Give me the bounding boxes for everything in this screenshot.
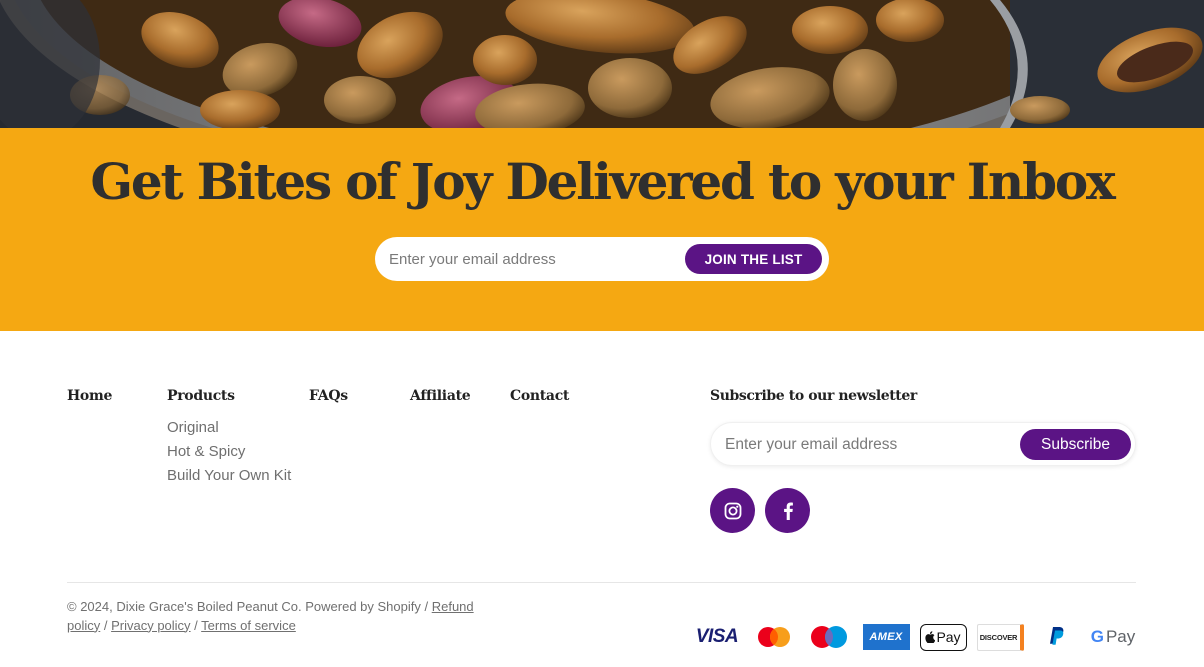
join-list-button[interactable]: JOIN THE LIST	[685, 244, 822, 274]
submenu-item-hot-spicy[interactable]: Hot & Spicy	[167, 442, 291, 466]
mastercard-icon	[754, 623, 794, 651]
apple-pay-icon: Pay	[919, 623, 967, 651]
nav-faqs[interactable]: FAQs	[309, 388, 348, 404]
amex-icon: AMEX	[862, 623, 910, 651]
newsletter-email-input[interactable]	[725, 431, 1015, 459]
google-pay-text: Pay	[1105, 627, 1136, 646]
apple-icon	[925, 631, 936, 643]
nav-contact[interactable]: Contact	[510, 388, 569, 404]
privacy-policy-link[interactable]: Privacy policy	[111, 618, 190, 633]
apple-pay-text: Pay	[936, 629, 961, 645]
separator: /	[190, 617, 202, 633]
band-email-form: JOIN THE LIST	[375, 237, 829, 281]
discover-icon: DISCOVER	[976, 623, 1024, 651]
hero-image	[0, 0, 1204, 128]
visa-icon: VISA	[693, 623, 741, 651]
amex-text: AMEX	[869, 631, 903, 643]
band-heading: Get Bites of Joy Delivered to your Inbox	[90, 152, 1115, 211]
facebook-icon	[783, 502, 793, 520]
nav-home[interactable]: Home	[67, 388, 112, 404]
nav-products[interactable]: Products	[167, 388, 235, 404]
facebook-button[interactable]	[765, 488, 810, 533]
instagram-icon	[724, 502, 741, 519]
newsletter-form: Subscribe	[710, 422, 1136, 466]
separator: /	[100, 617, 112, 633]
subscribe-button[interactable]: Subscribe	[1020, 429, 1131, 460]
visa-text: VISA	[695, 626, 739, 647]
footer-divider	[67, 582, 1136, 583]
google-g-icon: G	[1090, 627, 1104, 646]
products-submenu: Original Hot & Spicy Build Your Own Kit	[167, 418, 291, 490]
copyright-text: © 2024, Dixie Grace's Boiled Peanut Co. …	[67, 599, 421, 614]
discover-text: DISCOVER	[979, 632, 1018, 642]
separator: /	[420, 599, 432, 614]
legal-text: © 2024, Dixie Grace's Boiled Peanut Co. …	[67, 598, 497, 635]
maestro-icon	[808, 623, 850, 651]
nav-affiliate[interactable]: Affiliate	[410, 388, 471, 404]
instagram-button[interactable]	[710, 488, 755, 533]
submenu-item-build-kit[interactable]: Build Your Own Kit	[167, 466, 291, 490]
newsletter-heading: Subscribe to our newsletter	[710, 388, 917, 404]
terms-of-service-link[interactable]: Terms of service	[201, 618, 296, 633]
paypal-icon	[1046, 623, 1068, 651]
band-email-input[interactable]	[389, 245, 679, 273]
submenu-item-original[interactable]: Original	[167, 418, 291, 442]
google-pay-icon: G Pay	[1088, 623, 1138, 651]
